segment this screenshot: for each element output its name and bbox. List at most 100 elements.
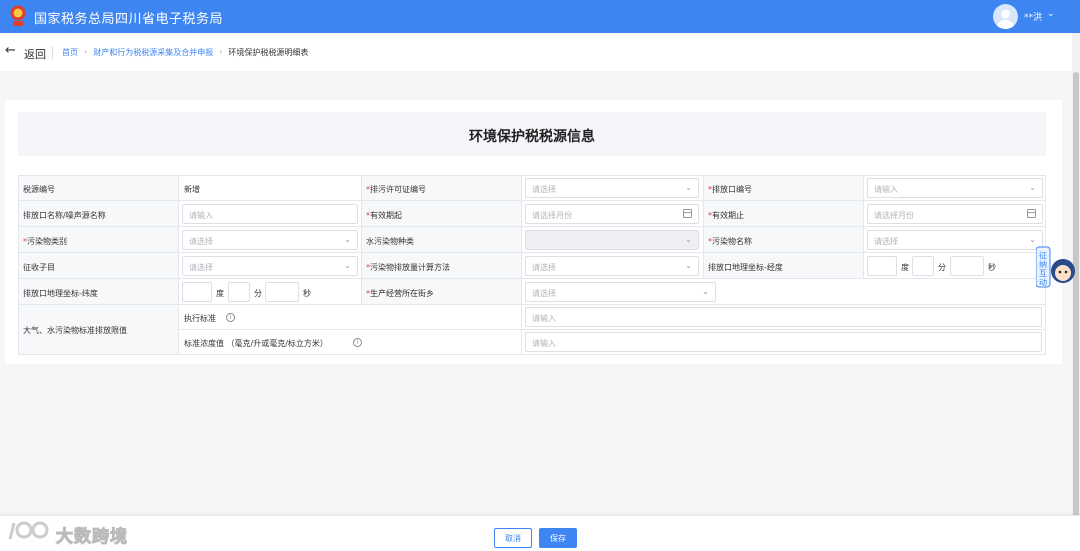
label-cell: *污染物排放量计算方法 [362,253,522,279]
watermark: 大数跨境 [8,519,143,548]
user-avatar-icon [997,9,1014,29]
value-cell: 度 分 秒 [864,253,1046,279]
degree-unit: 度 [901,263,909,272]
outlet-name-input[interactable]: 请输入 [182,204,358,224]
chevron-down-icon: ⌄ [685,235,692,244]
concentration-input[interactable]: 请输入 [525,332,1042,352]
business-street-select[interactable]: 请选择 ⌄ [525,282,716,302]
form-title-bar: 环境保护税税源信息 [18,112,1046,156]
watermark-logo-icon [8,521,49,540]
water-pollutant-type-select: ⌄ [525,230,699,250]
latitude-degree-input[interactable] [182,282,212,302]
value-cell: 请选择 ⌄ [522,253,704,279]
label-cell: 大气、水污染物标准排放限值 [19,305,179,355]
emission-calc-method-label: *污染物排放量计算方法 [366,263,450,272]
label-cell: 执行标准 i [179,305,522,330]
valid-to-date-picker[interactable]: 请选择月份 [867,204,1043,224]
label-cell: 征收子目 [19,253,179,279]
pollutant-name-select[interactable]: 请选择 ⌄ [867,230,1043,250]
outlet-no-select[interactable]: 请输入 ⌄ [867,178,1043,198]
concentration-label: 标准浓度值 （毫克/升或毫克/标立方米） [184,339,328,348]
calendar-icon [1027,209,1036,218]
tax-source-form-grid: 税源编号 新增 *排污许可证编号 请选择 ⌄ *排放口编号 请输入 ⌄ 排放口名称/… [18,175,1046,355]
emission-limit-label: 大气、水污染物标准排放限值 [23,326,127,335]
chevron-down-icon: ⌄ [685,183,692,192]
nav-divider [52,46,53,59]
label-cell: 水污染物种类 [362,227,522,253]
label-cell: *有效期起 [362,201,522,227]
levy-sub-item-select[interactable]: 请选择 ⌄ [182,256,358,276]
longitude-minute-input[interactable] [912,256,934,276]
minute-unit: 分 [254,289,262,298]
permit-no-label: *排污许可证编号 [366,185,426,194]
label-cell: *生产经营所在街乡 [362,279,522,305]
info-icon[interactable]: i [353,338,362,347]
breadcrumb-home[interactable]: 首页 [62,47,78,58]
info-icon[interactable]: i [226,313,235,322]
label-cell: *排放口编号 [704,176,864,201]
pollutant-category-label: *污染物类别 [23,237,67,246]
value-cell: 请选择月份 [522,201,704,227]
value-cell: 请选择 ⌄ [864,227,1046,253]
save-button[interactable]: 保存 [539,528,577,548]
chevron-down-icon: ⌄ [685,261,692,270]
chevron-down-icon: ⌄ [344,235,351,244]
breadcrumb-separator-icon: › [219,47,223,56]
tax-source-id-label: 税源编号 [23,185,55,194]
label-cell: 排放口地理坐标-经度 [704,253,864,279]
breadcrumb-separator-icon: › [84,47,88,56]
label-cell: 排放口地理坐标-纬度 [19,279,179,305]
water-pollutant-type-label: 水污染物种类 [366,237,414,246]
label-cell: 税源编号 [19,176,179,201]
pollutant-name-label: *污染物名称 [708,237,752,246]
valid-from-date-picker[interactable]: 请选择月份 [525,204,699,224]
username[interactable]: **洪 [1024,10,1042,23]
valid-from-label: *有效期起 [366,211,402,220]
breadcrumb-current: 环境保护税税源明细表 [228,48,309,57]
business-street-label: *生产经营所在街乡 [366,289,434,298]
pollutant-category-select[interactable]: 请选择 ⌄ [182,230,358,250]
outlet-longitude-label: 排放口地理坐标-经度 [708,263,783,272]
value-cell: 请选择月份 [864,201,1046,227]
outlet-name-label: 排放口名称/噪声源名称 [23,211,106,220]
longitude-second-input[interactable] [950,256,984,276]
label-cell: *有效期止 [704,201,864,227]
standard-input[interactable]: 请输入 [525,307,1042,327]
outlet-latitude-label: 排放口地理坐标-纬度 [23,289,98,298]
cancel-button[interactable]: 取消 [494,528,532,548]
label-cell: *污染物名称 [704,227,864,253]
online-service-mascot[interactable]: 征纳互动 [1035,245,1076,291]
longitude-degree-input[interactable] [867,256,897,276]
user-menu-chevron-icon[interactable]: ⌄ [1047,9,1055,19]
mascot-label: 征纳互动 [1039,251,1047,287]
value-cell: 请选择 ⌄ [179,253,362,279]
value-cell: 请输入 [522,305,1046,330]
minute-unit: 分 [938,263,946,272]
breadcrumb-category[interactable]: 财产和行为税税源采集及合并申报 [93,47,213,58]
value-cell: ⌄ [522,227,704,253]
back-button[interactable]: 返回 [24,46,46,62]
chevron-down-icon: ⌄ [344,261,351,270]
degree-unit: 度 [216,289,224,298]
value-cell: 请选择 ⌄ [522,279,1046,305]
emission-calc-method-select[interactable]: 请选择 ⌄ [525,256,699,276]
scrollbar-thumb[interactable] [1073,72,1079,518]
top-header: 国家税务总局四川省电子税务局 **洪 ⌄ [0,0,1080,33]
value-cell: 请输入 ⌄ [864,176,1046,201]
watermark-text: 大数跨境 [56,527,128,548]
latitude-minute-input[interactable] [228,282,250,302]
tax-bureau-emblem-icon [10,5,26,26]
form-title: 环境保护税税源信息 [469,129,595,145]
chevron-down-icon: ⌄ [702,287,709,296]
label-cell: *排污许可证编号 [362,176,522,201]
site-title: 国家税务总局四川省电子税务局 [34,12,224,27]
chevron-down-icon: ⌄ [1029,183,1036,192]
permit-no-select[interactable]: 请选择 ⌄ [525,178,699,198]
calendar-icon [683,209,692,218]
valid-to-label: *有效期止 [708,211,744,220]
latitude-second-input[interactable] [265,282,299,302]
value-cell: 新增 [179,176,362,201]
arrow-left-icon[interactable]: ← [5,43,16,58]
value-cell: 请选择 ⌄ [522,176,704,201]
user-avatar[interactable] [993,4,1018,29]
